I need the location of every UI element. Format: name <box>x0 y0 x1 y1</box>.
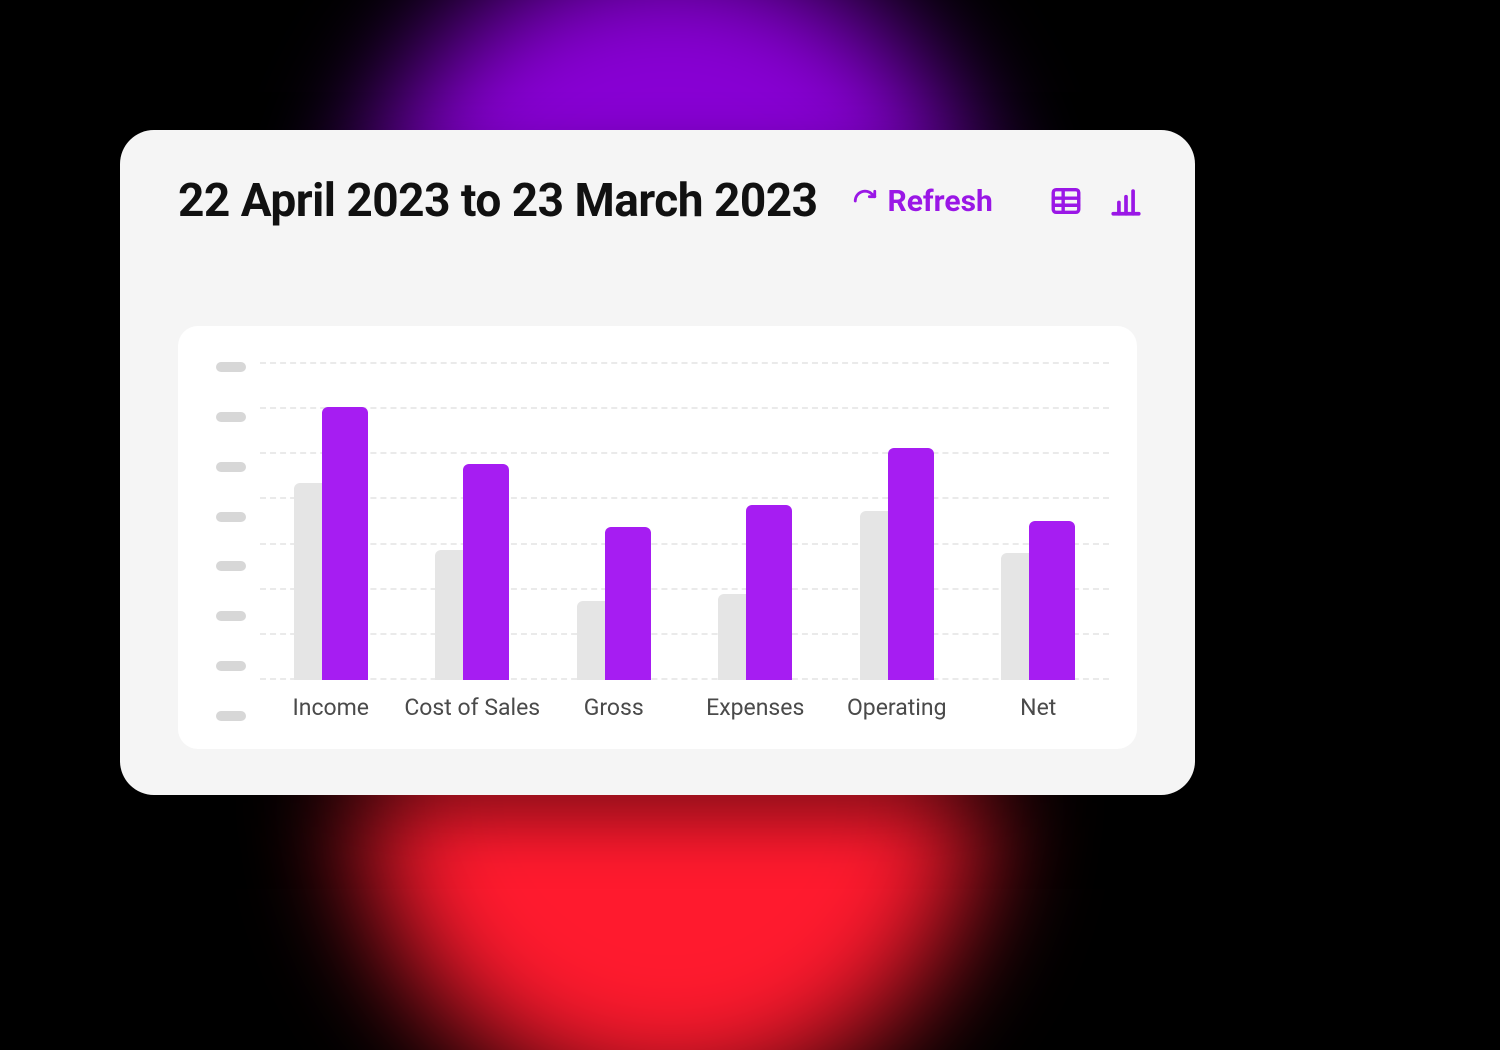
chart-view-button[interactable] <box>1109 184 1143 218</box>
y-tick <box>216 611 246 621</box>
x-axis-labels: IncomeCost of SalesGrossExpensesOperatin… <box>260 680 1109 721</box>
bar-current <box>605 527 651 680</box>
x-label: Net <box>968 694 1108 721</box>
card-header: 22 April 2023 to 23 March 2023 Refresh <box>120 130 1195 228</box>
stage: 22 April 2023 to 23 March 2023 Refresh <box>0 0 1500 1050</box>
y-tick <box>216 561 246 571</box>
y-tick <box>216 711 246 721</box>
bar-current <box>746 505 792 680</box>
bar-current <box>463 464 509 680</box>
bar-group <box>710 362 800 680</box>
y-tick <box>216 362 246 372</box>
plot <box>260 362 1109 680</box>
chart-panel: IncomeCost of SalesGrossExpensesOperatin… <box>178 326 1137 749</box>
table-icon <box>1049 184 1083 218</box>
y-tick <box>216 512 246 522</box>
bar-chart-icon <box>1109 184 1143 218</box>
view-toggle <box>1049 184 1143 218</box>
report-card: 22 April 2023 to 23 March 2023 Refresh <box>120 130 1195 795</box>
bar-group <box>852 362 942 680</box>
x-label: Expenses <box>685 694 825 721</box>
x-label: Gross <box>544 694 684 721</box>
date-range-title: 22 April 2023 to 23 March 2023 <box>178 174 818 228</box>
bar-group <box>427 362 517 680</box>
bar-current <box>888 448 934 680</box>
refresh-button[interactable]: Refresh <box>852 184 993 219</box>
y-tick <box>216 412 246 422</box>
bar-current <box>322 407 368 680</box>
bars-row <box>260 362 1109 680</box>
bar-group <box>569 362 659 680</box>
x-label: Income <box>261 694 401 721</box>
y-tick <box>216 462 246 472</box>
table-view-button[interactable] <box>1049 184 1083 218</box>
x-label: Cost of Sales <box>402 694 542 721</box>
refresh-label: Refresh <box>888 184 993 219</box>
bar-group <box>286 362 376 680</box>
bar-group <box>993 362 1083 680</box>
plot-wrap: IncomeCost of SalesGrossExpensesOperatin… <box>260 362 1109 721</box>
x-label: Operating <box>827 694 967 721</box>
y-tick <box>216 661 246 671</box>
bar-current <box>1029 521 1075 680</box>
y-axis-ticks <box>206 362 260 721</box>
refresh-icon <box>852 188 878 214</box>
chart-area: IncomeCost of SalesGrossExpensesOperatin… <box>206 362 1109 721</box>
